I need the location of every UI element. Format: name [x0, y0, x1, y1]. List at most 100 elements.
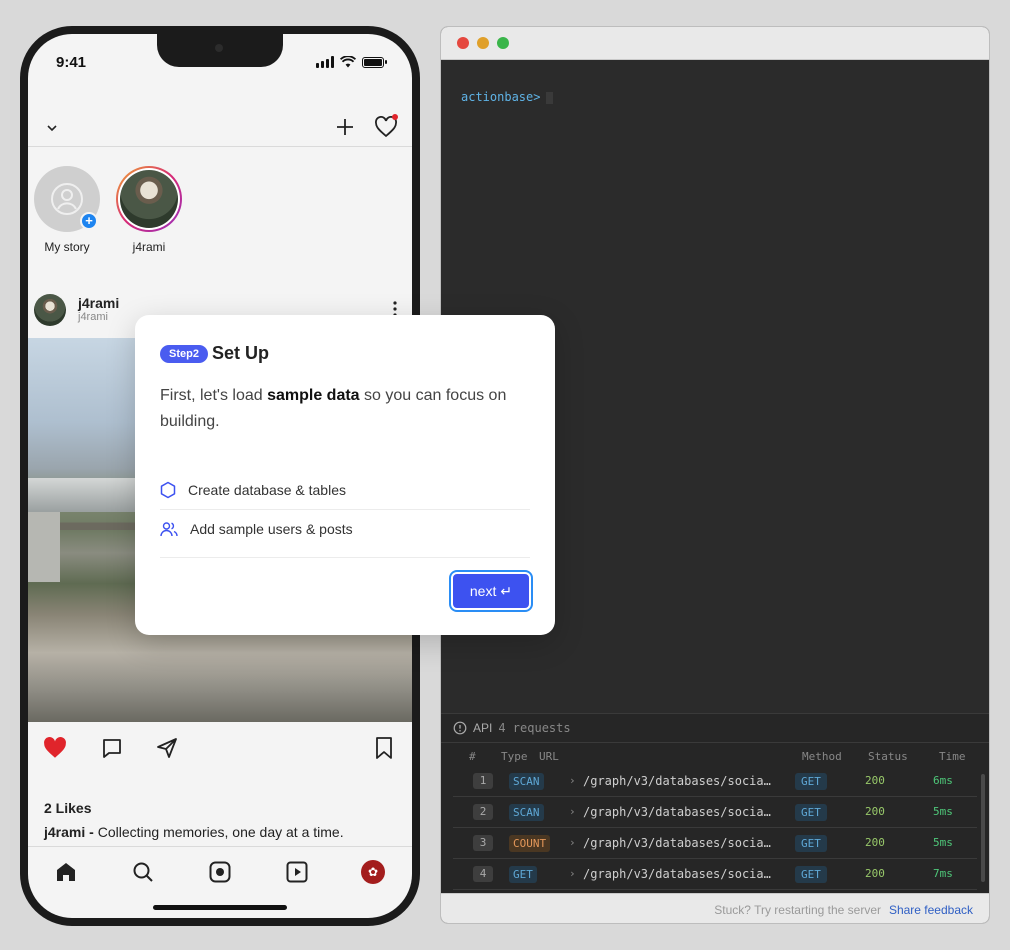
table-row[interactable]: 1 SCAN › /graph/v3/databases/socia… GET …: [453, 766, 977, 797]
wifi-icon: [340, 56, 356, 68]
row-url: /graph/v3/databases/socia…: [583, 836, 771, 850]
row-status: 200: [865, 805, 885, 818]
minimize-window-icon[interactable]: [477, 37, 489, 49]
col-status: Status: [868, 750, 908, 763]
story-my-story[interactable]: + My story: [34, 166, 100, 254]
header-divider: [28, 146, 412, 147]
cellular-signal-icon: [316, 56, 334, 68]
dialog-divider: [160, 557, 530, 558]
chevron-right-icon[interactable]: ›: [569, 805, 576, 818]
col-type: Type: [501, 750, 528, 763]
row-url: /graph/v3/databases/socia…: [583, 867, 771, 881]
add-story-plus-icon[interactable]: +: [80, 212, 98, 230]
row-type-badge: SCAN: [509, 773, 544, 790]
video-play-icon[interactable]: [285, 860, 309, 884]
terminal-cursor: [546, 91, 554, 104]
row-method-badge: GET: [795, 804, 827, 821]
next-label: next: [469, 583, 497, 599]
step-badge: Step2: [160, 344, 208, 363]
api-title: API: [473, 721, 493, 735]
home-indicator: [153, 905, 287, 910]
row-type-badge: GET: [509, 866, 537, 883]
api-request-count: 4 requests: [498, 721, 571, 735]
search-icon[interactable]: [131, 860, 155, 884]
avatar[interactable]: [34, 294, 66, 326]
row-type-badge: SCAN: [509, 804, 544, 821]
home-icon[interactable]: [54, 860, 78, 884]
terminal-footer: Stuck? Try restarting the server Share f…: [441, 893, 989, 923]
row-type-badge: COUNT: [509, 835, 551, 852]
reels-record-icon[interactable]: [208, 860, 232, 884]
comment-icon[interactable]: [100, 736, 124, 760]
profile-avatar-icon[interactable]: ✿: [361, 860, 385, 884]
task-create-database: Create database & tables: [160, 470, 530, 510]
caption-text: Collecting memories, one day at a time.: [93, 824, 344, 840]
avatar: +: [34, 166, 100, 232]
row-method-badge: GET: [795, 835, 827, 852]
prompt-text: actionbase>: [461, 90, 541, 104]
dialog-title-row: Step2 Set Up: [160, 343, 269, 364]
table-row[interactable]: 4 GET › /graph/v3/databases/socia… GET 2…: [453, 859, 977, 890]
col-time: Time: [939, 750, 966, 763]
next-button[interactable]: next ↵: [451, 572, 531, 610]
close-window-icon[interactable]: [457, 37, 469, 49]
status-time: 9:41: [56, 54, 87, 71]
tabbar-divider: [28, 846, 412, 847]
task-label: Create database & tables: [188, 481, 346, 498]
chevron-down-icon[interactable]: [44, 120, 60, 136]
story-label: My story: [44, 240, 90, 254]
chevron-right-icon[interactable]: ›: [569, 774, 576, 787]
stories-row: + My story j4rami: [34, 166, 182, 254]
story-label: j4rami: [132, 240, 166, 254]
post-username[interactable]: j4rami: [78, 295, 119, 311]
maximize-window-icon[interactable]: [497, 37, 509, 49]
desc-bold-text: sample data: [267, 387, 360, 404]
post-subtitle: j4rami: [78, 311, 108, 323]
api-table-header: # Type URL Method Status Time: [441, 742, 989, 768]
app-header: [28, 114, 412, 148]
window-title-bar: [441, 27, 989, 60]
info-circle-icon: [453, 721, 467, 735]
likes-count: 2 Likes: [44, 800, 92, 816]
hexagon-icon: [160, 481, 176, 498]
col-num: #: [469, 750, 476, 763]
post-caption: j4rami - Collecting memories, one day at…: [44, 824, 344, 840]
terminal-prompt[interactable]: actionbase>: [461, 90, 554, 104]
plus-icon[interactable]: [334, 116, 356, 138]
row-num: 2: [473, 804, 493, 820]
dialog-description: First, let's load sample data so you can…: [160, 383, 530, 435]
post-actions: [28, 734, 412, 764]
task-add-sample-users: Add sample users & posts: [160, 509, 530, 549]
status-icons: [316, 56, 387, 68]
send-icon[interactable]: [155, 736, 179, 760]
row-time: 5ms: [933, 805, 953, 818]
col-method: Method: [802, 750, 842, 763]
row-method-badge: GET: [795, 773, 827, 790]
battery-icon: [362, 56, 387, 68]
phone-notch: [157, 34, 283, 67]
col-url: URL: [539, 750, 559, 763]
api-scrollbar[interactable]: [981, 774, 985, 882]
enter-key-icon: ↵: [500, 582, 513, 599]
row-status: 200: [865, 867, 885, 880]
row-num: 4: [473, 866, 493, 882]
caption-username[interactable]: j4rami -: [44, 824, 94, 840]
row-url: /graph/v3/databases/socia…: [583, 774, 771, 788]
chevron-right-icon[interactable]: ›: [569, 836, 576, 849]
row-time: 5ms: [933, 836, 953, 849]
setup-dialog: Step2 Set Up First, let's load sample da…: [135, 315, 555, 635]
bookmark-icon[interactable]: [374, 736, 394, 760]
table-row[interactable]: 2 SCAN › /graph/v3/databases/socia… GET …: [453, 797, 977, 828]
heart-filled-icon[interactable]: [42, 736, 68, 760]
table-row[interactable]: 3 COUNT › /graph/v3/databases/socia… GET…: [453, 828, 977, 859]
story-j4rami[interactable]: j4rami: [116, 166, 182, 254]
users-icon: [160, 522, 178, 537]
row-status: 200: [865, 836, 885, 849]
row-num: 3: [473, 835, 493, 851]
share-feedback-link[interactable]: Share feedback: [889, 903, 973, 917]
row-url: /graph/v3/databases/socia…: [583, 805, 771, 819]
row-num: 1: [473, 773, 493, 789]
chevron-right-icon[interactable]: ›: [569, 867, 576, 880]
api-panel-header[interactable]: API 4 requests: [453, 721, 571, 735]
otter-avatar-image: [120, 170, 178, 228]
